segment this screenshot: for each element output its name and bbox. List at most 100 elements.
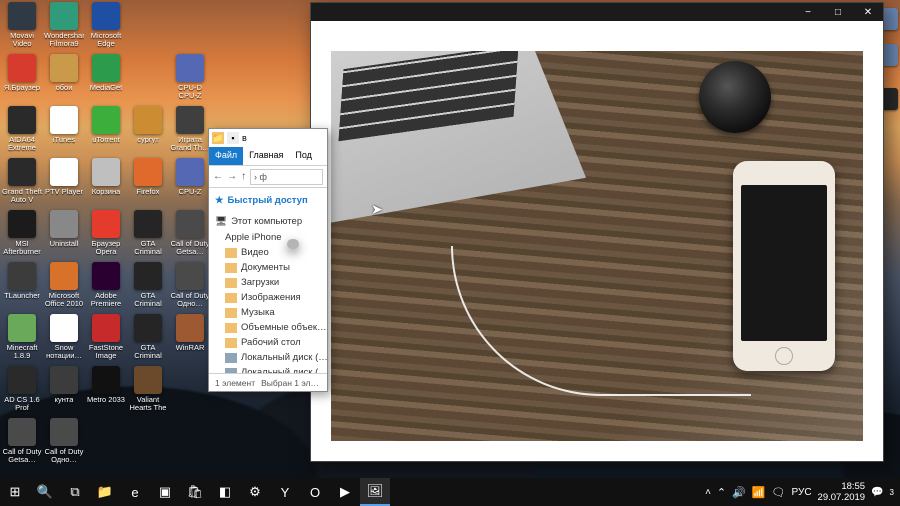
explorer-tree-item[interactable]: Загрузки bbox=[209, 275, 327, 290]
taskbar-search-button[interactable]: 🔍 bbox=[30, 478, 60, 506]
desktop-icon-label: Wondershare Filmora9 bbox=[44, 32, 84, 48]
action-center-icon[interactable]: 💬 bbox=[871, 487, 883, 498]
desktop-icon[interactable]: uTorrent bbox=[86, 106, 126, 156]
explorer-tree-item[interactable]: Рабочий стол bbox=[209, 335, 327, 350]
explorer-tree-item[interactable]: Apple iPhone bbox=[209, 230, 327, 245]
desktop-icon[interactable]: AD CS 1.6 Prof Release bbox=[2, 366, 42, 416]
ribbon-tab-home[interactable]: Главная bbox=[243, 147, 289, 165]
desktop-icon[interactable]: обои bbox=[44, 54, 84, 104]
desktop-icon[interactable]: FastStone Image Viewer bbox=[86, 314, 126, 364]
folder-icon bbox=[225, 323, 237, 333]
file-explorer-window[interactable]: 📁 ▪ в Файл Главная Под ← → ↑ › ф ★ Быстр… bbox=[208, 128, 328, 392]
taskbar-start-button[interactable]: ⊞ bbox=[0, 478, 30, 506]
taskbar-edge-button[interactable]: e bbox=[120, 478, 150, 506]
desktop-icon[interactable]: MediaGet bbox=[86, 54, 126, 104]
desktop-icon[interactable]: Call of Duty Одно… bbox=[170, 262, 210, 312]
explorer-tree-item[interactable]: Локальный диск (… bbox=[209, 365, 327, 373]
taskbar-app1-button[interactable]: ◧ bbox=[210, 478, 240, 506]
desktop-icon[interactable]: Movavi Video Editor Plus bbox=[2, 2, 42, 52]
taskbar-explorer-button[interactable]: 📁 bbox=[90, 478, 120, 506]
folder-icon bbox=[225, 248, 237, 258]
address-bar[interactable]: › ф bbox=[250, 169, 323, 185]
taskbar-vscode-button[interactable]: ▣ bbox=[150, 478, 180, 506]
desktop-icon[interactable]: кунта bbox=[44, 366, 84, 416]
explorer-tree-item[interactable]: Изображения bbox=[209, 290, 327, 305]
desktop-icon[interactable]: iTunes bbox=[44, 106, 84, 156]
explorer-tree-item[interactable]: Музыка bbox=[209, 305, 327, 320]
desktop-icon[interactable]: Grand Theft Auto V bbox=[2, 158, 42, 208]
desktop-icon[interactable]: GTA Criminal RUSSIA bbox=[128, 314, 168, 364]
app-icon bbox=[50, 54, 78, 82]
input-lang[interactable]: РУС bbox=[792, 487, 812, 498]
desktop-icon[interactable]: Valiant Hearts The Beat bbox=[128, 366, 168, 416]
explorer-tree-item[interactable]: Локальный диск (… bbox=[209, 350, 327, 365]
this-pc-header[interactable]: 🖥 Этот компьютер bbox=[209, 213, 327, 230]
desktop-icon[interactable]: Корзина bbox=[86, 158, 126, 208]
desktop-icon[interactable]: GTA Criminal RUSSIA му… bbox=[128, 210, 168, 260]
desktop-icon-label: Snow нотации… bbox=[44, 344, 84, 360]
desktop-icon[interactable]: Играта Grand Th… bbox=[170, 106, 210, 156]
nav-forward-icon[interactable]: → bbox=[227, 171, 237, 182]
tray-icon[interactable]: 📶 bbox=[752, 486, 766, 499]
desktop-icon[interactable]: MSI Afterburner bbox=[2, 210, 42, 260]
desktop-icon[interactable]: Я.Браузер bbox=[2, 54, 42, 104]
desktop-icon[interactable]: Браузер Opera bbox=[86, 210, 126, 260]
taskbar-photos-button[interactable]: 🖼 bbox=[360, 478, 390, 506]
photo-image: ➤ bbox=[331, 51, 863, 441]
ribbon-tab-share[interactable]: Под bbox=[289, 147, 318, 165]
desktop-icon[interactable]: Adobe Premiere P… bbox=[86, 262, 126, 312]
desktop-icon[interactable]: сургут bbox=[128, 106, 168, 156]
explorer-tree-item[interactable]: Объемные объек… bbox=[209, 320, 327, 335]
desktop-icon[interactable]: Microsoft Office 2010 bbox=[44, 262, 84, 312]
photos-stage[interactable]: ➤ bbox=[311, 21, 883, 461]
photo-phone bbox=[733, 161, 835, 371]
taskbar-clock[interactable]: 18:55 29.07.2019 bbox=[818, 481, 866, 503]
desktop-icon[interactable]: CPU-D CPU-Z bbox=[170, 54, 210, 104]
taskbar-settings-button[interactable]: ⚙ bbox=[240, 478, 270, 506]
desktop-icon[interactable]: WinRAR bbox=[170, 314, 210, 364]
desktop-icon-label: AIDA64 Extreme bbox=[2, 136, 42, 152]
desktop-icon[interactable]: Call of Duty Getsa… bbox=[170, 210, 210, 260]
desktop-icon-label: uTorrent bbox=[92, 136, 120, 144]
desktop-icon-label: WinRAR bbox=[176, 344, 205, 352]
close-button[interactable]: ✕ bbox=[853, 4, 883, 21]
header-icon: ▪ bbox=[227, 132, 239, 144]
desktop-icon[interactable]: Call of Duty Одно… bbox=[44, 418, 84, 468]
tray-icon[interactable]: 🗨 bbox=[772, 486, 786, 499]
taskbar-task-view-button[interactable]: ⧉ bbox=[60, 478, 90, 506]
taskbar-app2-button[interactable]: ▶ bbox=[330, 478, 360, 506]
nav-up-icon[interactable]: ↑ bbox=[241, 171, 246, 182]
maximize-button[interactable]: □ bbox=[823, 4, 853, 21]
desktop-icon[interactable]: Minecraft 1.8.9 bbox=[2, 314, 42, 364]
tray-chevron-up-icon[interactable]: ˄ bbox=[705, 487, 711, 498]
desktop-icon[interactable]: TLauncher bbox=[2, 262, 42, 312]
desktop-icon[interactable]: Call of Duty Getsa… bbox=[2, 418, 42, 468]
desktop-icon-label: Call of Duty Getsa… bbox=[2, 448, 42, 464]
desktop-icon-label: Call of Duty Getsa… bbox=[170, 240, 210, 256]
ribbon-tab-file[interactable]: Файл bbox=[209, 147, 243, 165]
desktop-icon[interactable]: Firefox bbox=[128, 158, 168, 208]
desktop-icon[interactable]: Microsoft Edge bbox=[86, 2, 126, 52]
taskbar-store-button[interactable]: 🛍 bbox=[180, 478, 210, 506]
tray-icon[interactable]: ⌃ bbox=[717, 486, 726, 499]
quick-access-header[interactable]: ★ Быстрый доступ bbox=[209, 192, 327, 209]
desktop-icon-label: MSI Afterburner bbox=[2, 240, 42, 256]
nav-back-icon[interactable]: ← bbox=[213, 171, 223, 182]
explorer-tree-item[interactable]: Видео bbox=[209, 245, 327, 260]
desktop-icon[interactable]: CPU-Z bbox=[170, 158, 210, 208]
desktop-icon[interactable]: Uninstall bbox=[44, 210, 84, 260]
tray-icon[interactable]: 🔊 bbox=[732, 486, 746, 499]
minimize-button[interactable]: − bbox=[793, 4, 823, 21]
desktop-icon[interactable]: Snow нотации… bbox=[44, 314, 84, 364]
desktop-icon[interactable]: PTV Player bbox=[44, 158, 84, 208]
taskbar-yandex-button[interactable]: Y bbox=[270, 478, 300, 506]
desktop-icon[interactable]: GTA Criminal RUSSIA My… bbox=[128, 262, 168, 312]
explorer-titlebar[interactable]: 📁 ▪ в bbox=[209, 129, 327, 147]
explorer-tree-item[interactable]: Документы bbox=[209, 260, 327, 275]
photos-window[interactable]: − □ ✕ ➤ bbox=[310, 2, 884, 462]
desktop-icon[interactable]: Metro 2033 bbox=[86, 366, 126, 416]
taskbar-opera-button[interactable]: O bbox=[300, 478, 330, 506]
desktop-icon[interactable]: AIDA64 Extreme bbox=[2, 106, 42, 156]
photos-titlebar[interactable]: − □ ✕ bbox=[311, 3, 883, 21]
desktop-icon[interactable]: Wondershare Filmora9 bbox=[44, 2, 84, 52]
